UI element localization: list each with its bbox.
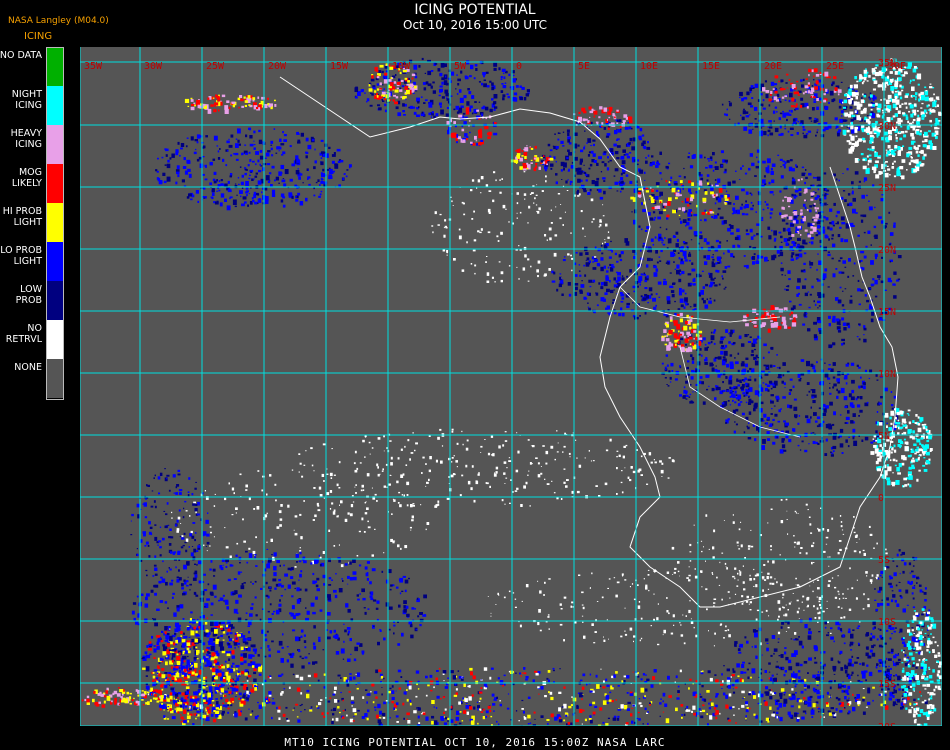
legend-label: HI PROB LIGHT [2,206,42,228]
map-title: ICING POTENTIAL [414,2,536,18]
longitude-label: 10E [640,61,658,72]
legend-item: LO PROB LIGHT [0,242,66,281]
legend-label: MOG LIKELY [11,167,42,189]
cloud-cluster [155,127,352,211]
source-label: NASA Langley (M04.0) [8,16,109,26]
cloud-cluster [780,168,902,349]
legend-item: NO DATA [0,47,66,86]
cloud-cluster [631,149,829,269]
legend-item: MOG LIKELY [0,164,66,203]
latitude-label: 10N [878,369,896,380]
latitude-label: 20N [878,245,896,256]
latitude-label: 10S [878,617,896,628]
latitude-label: 5S [878,555,890,566]
footer-caption: MT10 ICING POTENTIAL OCT 10, 2016 15:00Z… [284,736,666,749]
map-datetime: Oct 10, 2016 15:00 UTC [403,18,547,32]
cloud-cluster [291,428,675,508]
legend-swatch [46,320,64,359]
longitude-label: 15W [330,61,349,72]
cloud-cluster [130,468,210,587]
product-label: ICING [24,31,53,42]
legend-label: NO RETRVL [5,323,42,345]
longitude-label: 20E [764,61,782,72]
cloud-cluster [446,107,498,147]
longitude-label: 5W [454,61,467,72]
legend-swatch [46,86,64,125]
legend-label: NONE [14,362,42,373]
longitude-label: 25E [826,61,844,72]
legend-swatch [46,164,64,203]
latitude-label: 30N [878,121,896,132]
longitude-label: 35W [84,61,103,72]
legend-item: NONE [0,359,66,398]
latitude-label: 5N [878,431,890,442]
latitude-label: 0 [878,493,884,504]
legend-item: HEAVY ICING [0,125,66,164]
legend-label: NO DATA [0,50,42,61]
cloud-cluster [81,687,161,708]
legend-label: LOW PROB [15,284,42,306]
cloud-cluster [742,305,798,333]
map-canvas: 35W 30W 25W 20W 15W 10W 5W 0 5E 10E 15E 20E 25E 30E35… [80,47,942,726]
longitude-label: 10W [392,61,411,72]
legend-swatch [46,203,64,242]
legend-swatch [46,359,64,398]
legend-label: NIGHT ICING [11,89,42,111]
cloud-cluster [870,407,933,488]
cloud-cluster [661,329,782,409]
cloud-cluster [723,617,901,720]
legend-item: NIGHT ICING [0,86,66,125]
color-legend: NO DATA NIGHT ICING HEAVY ICING MOG LIKELY H… [0,47,66,401]
icing-map: 35W 30W 25W 20W 15W 10W 5W 0 5E 10E 15E 20E 25E 30E 35… [80,47,942,726]
legend-label: HEAVY ICING [10,128,42,150]
legend-swatch [46,281,64,320]
legend-swatch [46,125,64,164]
longitude-label: 15E [702,61,720,72]
cloud-cluster [573,106,633,130]
legend-swatch [46,47,64,86]
latitude-label: 15S [878,679,896,690]
longitude-label: 30W [144,61,163,72]
cloud-cluster [671,498,888,617]
latitude-label: 20S [878,722,896,726]
latitude-label: 15N [878,307,896,318]
legend-item: LOW PROB [0,281,66,320]
longitude-label: 5E [578,61,590,72]
legend-item: HI PROB LIGHT [0,203,66,242]
legend-label: LO PROB LIGHT [0,245,42,267]
latitude-label: 25N [878,183,896,194]
legend-item: NO RETRVL [0,320,66,359]
longitude-label: 0 [516,61,522,72]
longitude-label: 20W [268,61,287,72]
cloud-cluster [551,238,728,320]
border-line [619,286,781,323]
legend-swatch [46,242,64,281]
longitude-label: 25W [206,61,225,72]
cloud-cluster [184,94,277,114]
latitude-label: 35N [878,58,896,69]
